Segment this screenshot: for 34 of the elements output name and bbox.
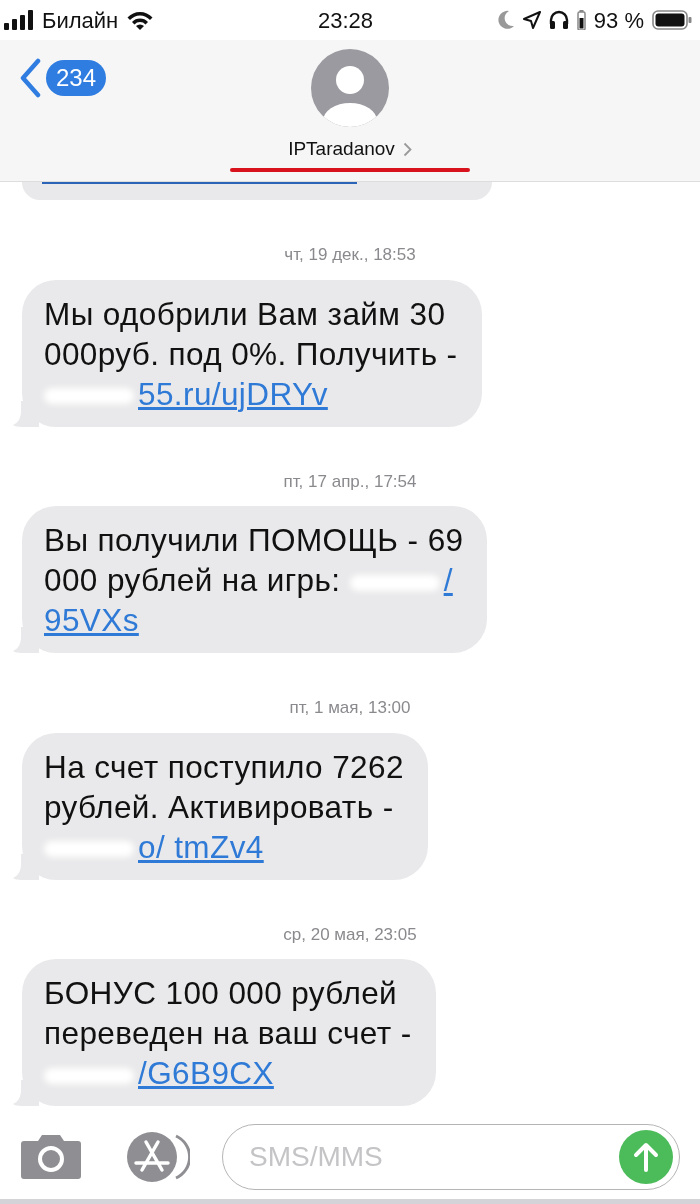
chevron-right-icon [402, 141, 412, 157]
message-text: Мы одобрили Вам займ 30 000руб. под 0%. Получить - 55.ru/ujDRYv [44, 294, 458, 414]
moon-icon [496, 10, 515, 30]
text-input[interactable]: SMS/MMS [247, 1135, 619, 1179]
message-text: Вы получили ПОМОЩЬ - 69 000 рублей на игрь: / 95VXs [44, 521, 464, 640]
signal-icon [4, 10, 34, 30]
unread-count-badge: 234 [46, 60, 107, 96]
message-link[interactable]: o/ tmZv4 [138, 828, 264, 865]
battery-percent: 93 % [593, 6, 644, 35]
avatar-icon[interactable] [311, 49, 389, 127]
message-timestamp: пт, 17 апр., 17:54 [282, 470, 418, 493]
message-link[interactable]: / [443, 562, 453, 598]
headphones-icon [548, 10, 569, 30]
arrow-up-icon [633, 1142, 659, 1172]
back-chevron-icon [18, 58, 42, 98]
message-text: На счет поступило 7262 рублей. Активировать - o/ tmZv4 [44, 747, 404, 867]
message-link[interactable]: 95VXs [44, 602, 139, 638]
contact-name-button[interactable]: IPTaradanov [288, 135, 412, 164]
message-timestamp: пт, 1 мая, 13:00 [288, 697, 412, 719]
location-arrow-icon [522, 11, 541, 29]
back-button[interactable]: 234 [18, 58, 107, 98]
send-button[interactable] [619, 1130, 673, 1184]
carrier-name: Билайн [42, 6, 119, 35]
camera-button[interactable] [20, 1133, 82, 1181]
battery-charge-icon [576, 10, 586, 30]
message-timestamp: ср, 20 мая, 23:05 [282, 923, 418, 946]
message-text: БОНУС 100 000 рублей переведен на ваш счет - /G6B9CX [44, 974, 412, 1093]
battery-icon [652, 10, 692, 30]
clock-time: 23:28 [318, 6, 374, 35]
message-link[interactable]: 55.ru/ujDRYv [138, 375, 328, 412]
message-timestamp: чт, 19 дек., 18:53 [283, 244, 417, 266]
wifi-icon [126, 10, 155, 30]
camera-icon [20, 1133, 82, 1181]
message-link[interactable]: /G6B9CX [138, 1055, 274, 1091]
